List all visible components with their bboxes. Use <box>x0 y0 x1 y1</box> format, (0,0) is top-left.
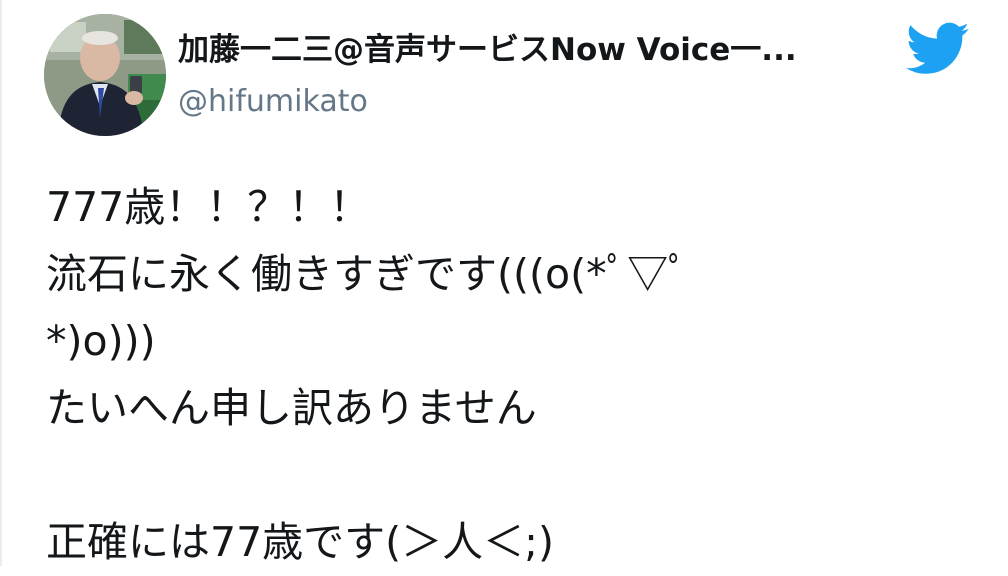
twitter-bird-icon[interactable] <box>906 22 970 76</box>
tweet-line: 流石に永く働きすぎです(((o(*ﾟ▽ﾟ <box>46 250 689 298</box>
tweet-line: *)o))) <box>46 317 156 365</box>
profile-photo-avatar-icon <box>44 14 166 136</box>
tweet-line: 777歳！！？！！ <box>46 183 371 231</box>
tweet-line: たいへん申し訳ありません <box>46 384 537 432</box>
tweet-card[interactable]: 加藤一二三@音声サービスNow Voice一... @hifumikato 77… <box>0 0 1008 566</box>
author-handle[interactable]: @hifumikato <box>178 80 368 124</box>
twitter-bird-glyph-icon <box>906 22 969 74</box>
author-name[interactable]: 加藤一二三@音声サービスNow Voice一... <box>178 28 878 72</box>
tweet-text: 777歳！！？！！ 流石に永く働きすぎです(((o(*ﾟ▽ﾟ *)o))) たい… <box>46 174 986 576</box>
avatar[interactable] <box>44 14 166 136</box>
